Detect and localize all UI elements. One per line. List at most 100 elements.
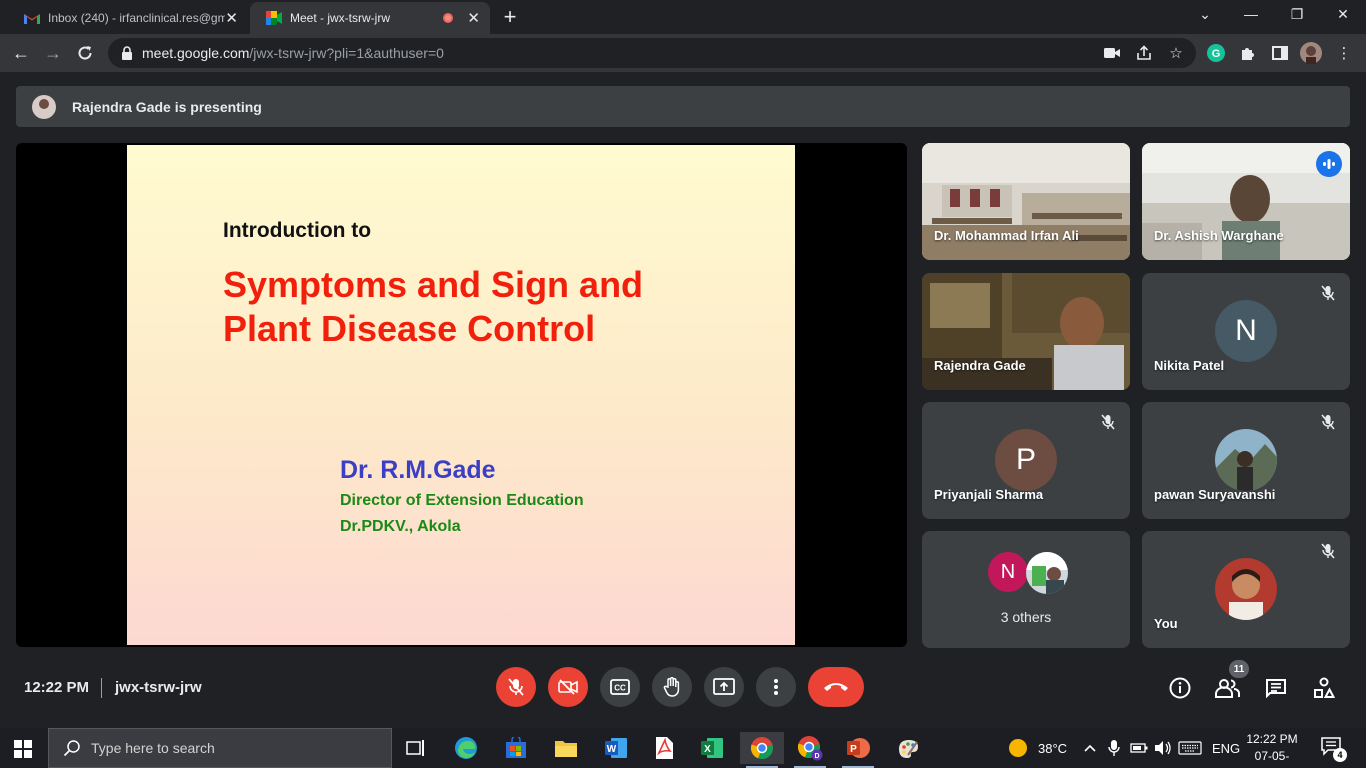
recording-indicator-icon xyxy=(443,13,454,23)
mic-off-icon xyxy=(1318,412,1338,432)
participant-avatar: N xyxy=(1215,300,1277,362)
slide-author-role: Director of Extension Education xyxy=(340,492,584,509)
edge-browser-icon[interactable] xyxy=(444,732,488,764)
participant-tile-pawan-suryavanshi[interactable]: pawan Suryavanshi xyxy=(1142,402,1350,519)
camera-permission-icon[interactable] xyxy=(1101,42,1123,64)
activities-button[interactable] xyxy=(1310,674,1338,702)
chrome-profile-app-icon[interactable]: D xyxy=(788,732,832,768)
share-icon[interactable] xyxy=(1133,42,1155,64)
participant-tile-others[interactable]: N 3 others xyxy=(922,531,1130,648)
reload-button[interactable] xyxy=(72,40,98,66)
weather-temp: 38°C xyxy=(1038,740,1068,756)
file-explorer-icon[interactable] xyxy=(544,732,588,764)
back-button[interactable]: ← xyxy=(8,40,34,66)
svg-text:G: G xyxy=(1212,48,1221,60)
input-language[interactable]: ENG xyxy=(1212,728,1240,768)
search-placeholder: Type here to search xyxy=(91,740,215,756)
slide-institution: Dr.PDKV., Akola xyxy=(340,518,461,535)
tab-title: Inbox (240) - irfanclinical.res@gm xyxy=(48,11,226,25)
participant-avatar-photo xyxy=(1026,552,1068,594)
svg-text:W: W xyxy=(607,744,617,755)
mic-off-icon xyxy=(1098,412,1118,432)
microphone-in-use-icon[interactable] xyxy=(1108,728,1120,768)
touch-keyboard-icon[interactable] xyxy=(1178,728,1202,768)
hang-up-icon xyxy=(824,683,848,691)
participant-name: You xyxy=(1154,616,1178,631)
bookmark-star-icon[interactable]: ☆ xyxy=(1165,42,1187,64)
forward-button[interactable]: → xyxy=(40,40,66,66)
close-tab-icon[interactable]: ✕ xyxy=(467,9,480,27)
action-center-button[interactable]: 4 xyxy=(1320,736,1347,762)
participant-avatar xyxy=(1215,429,1277,491)
presenter-avatar xyxy=(32,94,56,119)
grammarly-extension-icon[interactable]: G xyxy=(1205,42,1227,64)
close-window-button[interactable]: ✕ xyxy=(1328,6,1358,23)
participant-tile-mohammad-irfan-ali[interactable]: Dr. Mohammad Irfan Ali xyxy=(922,143,1130,260)
close-tab-icon[interactable]: ✕ xyxy=(225,9,238,27)
battery-icon[interactable] xyxy=(1130,728,1148,768)
restore-button[interactable]: ❐ xyxy=(1282,6,1312,23)
address-bar[interactable]: meet.google.com/jwx-tsrw-jrw?pli=1&authu… xyxy=(108,38,1196,68)
chat-button[interactable] xyxy=(1262,674,1290,702)
volume-icon[interactable] xyxy=(1154,728,1172,768)
profile-avatar-icon[interactable] xyxy=(1300,42,1322,64)
system-date: 07-05-2022 xyxy=(1254,749,1290,768)
tab-title: Meet - jwx-tsrw-jrw xyxy=(290,11,390,25)
participant-tile-ashish-warghane[interactable]: Dr. Ashish Warghane xyxy=(1142,143,1350,260)
url-path: /jwx-tsrw-jrw?pli=1&authuser=0 xyxy=(249,45,444,61)
toggle-camera-button[interactable] xyxy=(548,667,588,707)
presenting-text: Rajendra Gade is presenting xyxy=(72,98,262,115)
mic-off-icon xyxy=(1318,541,1338,561)
slide-title: Symptoms and Sign and Plant Disease Cont… xyxy=(223,263,763,351)
tab-gmail[interactable]: Inbox (240) - irfanclinical.res@gm ✕ xyxy=(8,2,248,34)
tab-meet[interactable]: Meet - jwx-tsrw-jrw ✕ xyxy=(250,2,490,34)
captions-button[interactable]: CC xyxy=(600,667,640,707)
more-options-button[interactable] xyxy=(756,667,796,707)
lock-icon xyxy=(122,46,132,60)
show-hidden-icons-chevron[interactable] xyxy=(1084,728,1096,768)
participant-name: Dr. Mohammad Irfan Ali xyxy=(934,228,1079,243)
tab-search-chevron-icon[interactable]: ⌄ xyxy=(1190,6,1220,23)
new-tab-button[interactable]: + xyxy=(498,4,522,30)
task-view-icon[interactable] xyxy=(394,732,438,764)
windows-start-icon[interactable] xyxy=(14,740,32,758)
powerpoint-app-icon[interactable]: P xyxy=(836,732,880,768)
present-screen-icon xyxy=(713,678,735,695)
leave-call-button[interactable] xyxy=(808,667,864,707)
participant-name: Nikita Patel xyxy=(1154,358,1225,373)
extensions-puzzle-icon[interactable] xyxy=(1237,42,1259,64)
paint-app-icon[interactable] xyxy=(886,732,930,764)
gmail-icon xyxy=(24,10,40,26)
participant-tile-priyanjali-sharma[interactable]: P Priyanjali Sharma xyxy=(922,402,1130,519)
raise-hand-button[interactable] xyxy=(652,667,692,707)
others-label: 3 others xyxy=(1000,609,1052,625)
meeting-details-button[interactable] xyxy=(1166,674,1194,702)
people-icon xyxy=(1215,679,1240,698)
microsoft-store-icon[interactable] xyxy=(494,732,538,764)
chrome-app-icon[interactable] xyxy=(740,732,784,768)
pdf-reader-icon[interactable] xyxy=(642,732,686,764)
participant-tile-rajendra-gade[interactable]: Rajendra Gade xyxy=(922,273,1130,390)
weather-widget[interactable]: 38°C xyxy=(1008,728,1067,768)
sun-icon xyxy=(1009,739,1027,757)
present-now-button[interactable] xyxy=(704,667,744,707)
system-time: 12:22 PM xyxy=(1246,732,1298,746)
excel-app-icon[interactable]: X xyxy=(690,732,734,764)
chat-icon xyxy=(1266,679,1286,698)
minimize-button[interactable]: — xyxy=(1236,6,1266,22)
mic-off-icon xyxy=(1318,283,1338,303)
slide-title-line2: Plant Disease Control xyxy=(223,308,596,349)
meeting-code: jwx-tsrw-jrw xyxy=(115,679,202,696)
participant-tile-nikita-patel[interactable]: N Nikita Patel xyxy=(1142,273,1350,390)
system-clock[interactable]: 12:22 PM 07-05-2022 xyxy=(1242,731,1302,768)
taskbar-search-box[interactable]: Type here to search xyxy=(48,728,392,768)
word-app-icon[interactable]: W xyxy=(594,732,638,764)
toggle-microphone-button[interactable] xyxy=(496,667,536,707)
side-panel-icon[interactable] xyxy=(1269,42,1291,64)
browser-menu-icon[interactable]: ⋮ xyxy=(1333,42,1355,64)
activities-shapes-icon xyxy=(1314,677,1335,698)
meeting-clock: 12:22 PM xyxy=(24,679,90,696)
show-everyone-button[interactable] xyxy=(1214,674,1242,702)
participant-tile-you[interactable]: You xyxy=(1142,531,1350,648)
participant-avatar: N xyxy=(988,552,1028,592)
